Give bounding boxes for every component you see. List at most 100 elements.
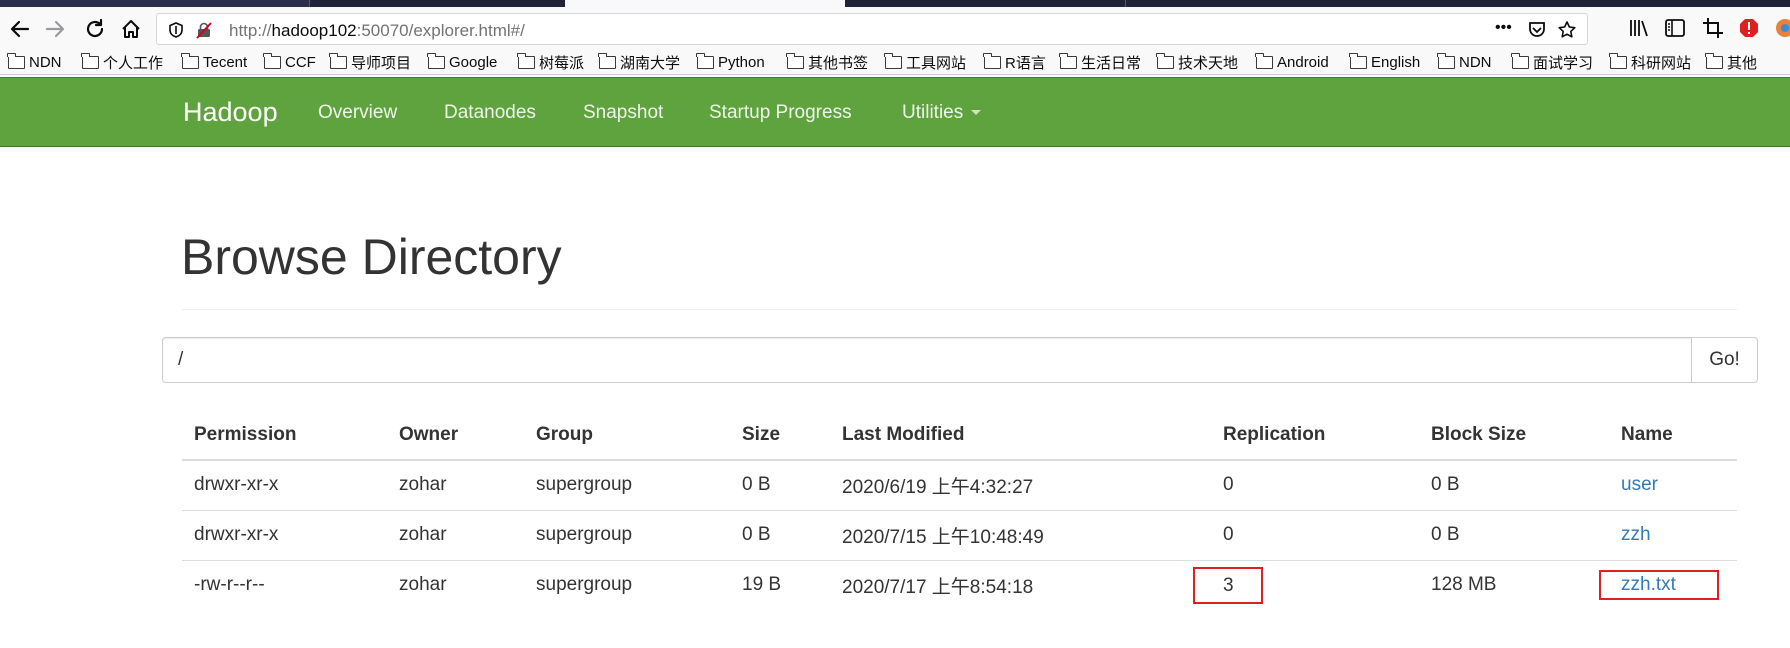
bookmark-folder[interactable]: Google [427,52,497,72]
bookmark-folder[interactable]: 科研网站 [1609,52,1691,72]
bookmark-folder[interactable]: 工具网站 [884,52,966,72]
cell-group: supergroup [524,510,730,561]
column-header-permission[interactable]: Permission [182,410,387,461]
column-header-owner[interactable]: Owner [387,410,524,461]
url-bar[interactable]: http://hadoop102:50070/explorer.html#/ •… [156,13,1588,45]
replication-highlight-box: 3 [1193,566,1263,604]
bookmark-folder[interactable]: Android [1255,52,1329,72]
cell-owner: zohar [387,460,524,511]
sidebar-icon[interactable] [1664,17,1686,39]
folder-icon [1511,52,1529,69]
tab-strip [0,0,1790,7]
cell-last-modified: 2020/7/15 上午10:48:49 [830,510,1211,561]
pocket-icon[interactable] [1527,20,1547,40]
cell-permission: drwxr-xr-x [182,510,387,561]
cell-permission: -rw-r--r-- [194,574,265,596]
folder-icon [786,52,804,69]
nav-startup-progress[interactable]: Startup Progress [709,102,852,124]
cell-size: 0 B [730,510,830,561]
hadoop-navbar: Hadoop Overview Datanodes Snapshot Start… [0,77,1790,147]
directory-link[interactable]: user [1621,474,1658,495]
url-text[interactable]: http://hadoop102:50070/explorer.html#/ [229,21,525,41]
bookmark-folder[interactable]: 其他 [1705,52,1757,72]
browser-tab[interactable] [0,0,310,7]
column-header-group[interactable]: Group [524,410,730,461]
folder-icon [181,52,199,69]
column-header-name[interactable]: Name [1609,410,1737,461]
column-header-last-modified[interactable]: Last Modified [830,410,1211,461]
bookmark-folder[interactable]: English [1349,52,1420,72]
table-row: drwxr-xr-x zohar supergroup 0 B 2020/7/1… [182,510,1737,561]
folder-icon [81,52,99,69]
nav-overview[interactable]: Overview [318,102,397,124]
folder-icon [1609,52,1627,69]
insecure-lock-icon[interactable] [195,21,213,39]
bookmark-folder[interactable]: 湖南大学 [598,52,680,72]
bookmark-folder[interactable]: 技术天地 [1156,52,1238,72]
cell-name: zzh.txt [1599,560,1737,610]
library-icon[interactable] [1628,17,1650,39]
bookmark-folder[interactable]: 个人工作 [81,52,163,72]
browser-tab-active[interactable] [565,0,845,7]
folder-icon [329,52,347,69]
page-title: Browse Directory [181,229,562,285]
cell-size: 19 B [742,574,782,596]
brand-logo[interactable]: Hadoop [183,97,278,128]
folder-icon [517,52,535,69]
nav-utilities-dropdown[interactable]: Utilities [902,102,982,124]
table-header-row: Permission Owner Group Size Last Modifie… [182,410,1737,461]
go-button[interactable]: Go! [1691,337,1758,383]
cell-name: user [1609,460,1737,511]
folder-icon [1059,52,1077,69]
cell-replication: 0 [1211,460,1419,511]
table-row: drwxr-xr-x zohar supergroup 0 B 2020/6/1… [182,460,1737,511]
star-icon[interactable] [1557,20,1577,40]
nav-snapshot[interactable]: Snapshot [583,102,663,124]
cell-permission: drwxr-xr-x [182,460,387,511]
home-button[interactable] [117,15,145,43]
bookmark-folder[interactable]: 其他书签 [786,52,868,72]
extension-icon[interactable] [1774,17,1790,39]
forward-icon [45,20,65,38]
bookmark-folder[interactable]: 导师项目 [329,52,411,72]
file-link[interactable]: zzh.txt [1621,574,1676,595]
more-icon[interactable]: ••• [1495,19,1512,37]
directory-path-input[interactable] [162,337,1692,383]
table-row: -rw-r--r-- zohar supergroup 19 B 2020/7/… [182,560,1737,610]
folder-icon [263,52,281,69]
reload-button[interactable] [81,15,109,43]
name-highlight-box: zzh.txt [1599,570,1719,601]
back-button[interactable] [6,15,34,43]
extension-icon[interactable] [1738,17,1760,39]
bookmark-folder[interactable]: 面试学习 [1511,52,1593,72]
bookmark-folder[interactable]: R语言 [983,52,1046,72]
bookmark-folder[interactable]: NDN [7,52,62,72]
cell-name: zzh [1609,510,1737,561]
divider [182,309,1737,310]
folder-icon [598,52,616,69]
folder-icon [983,52,1001,69]
column-header-size[interactable]: Size [730,410,830,461]
column-header-replication[interactable]: Replication [1211,410,1419,461]
crop-icon[interactable] [1702,17,1724,39]
folder-icon [1705,52,1723,69]
cell-block-size: 0 B [1419,510,1609,561]
folder-icon [1349,52,1367,69]
bookmark-folder[interactable]: CCF [263,52,316,72]
bookmark-folder[interactable]: 树莓派 [517,52,584,72]
folder-icon [1156,52,1174,69]
nav-datanodes[interactable]: Datanodes [444,102,536,124]
directory-link[interactable]: zzh [1621,524,1651,545]
cell-group: supergroup [536,574,633,596]
bookmark-folder[interactable]: Python [696,52,765,72]
column-header-block-size[interactable]: Block Size [1419,410,1609,461]
bookmark-folder[interactable]: 生活日常 [1059,52,1141,72]
bookmark-folder[interactable]: NDN [1437,52,1492,72]
forward-button[interactable] [41,15,69,43]
cell-replication: 0 [1211,510,1419,561]
cell-size: 0 B [730,460,830,511]
cell-block-size: 128 MB [1431,574,1497,596]
shield-icon[interactable] [167,21,185,39]
folder-icon [1437,52,1455,69]
bookmark-folder[interactable]: Tecent [181,52,247,72]
